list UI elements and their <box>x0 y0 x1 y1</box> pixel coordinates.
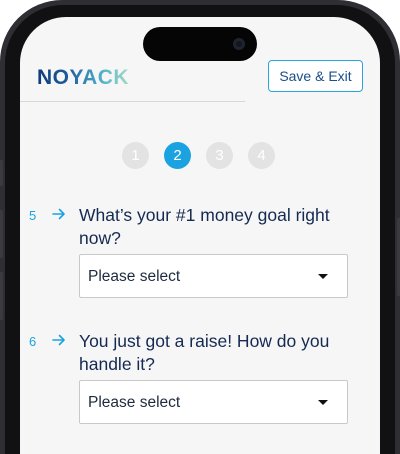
phone-frame: NOYACK Save & Exit 1 2 3 4 5 What’s your… <box>0 0 400 454</box>
question-text: You just got a raise! How do you handle … <box>79 331 330 374</box>
question-number: 6 <box>29 334 37 349</box>
camera-icon <box>233 38 245 50</box>
caret-down-icon <box>318 274 328 279</box>
arrow-right-icon <box>52 334 65 346</box>
arrow-right-icon <box>52 208 65 220</box>
volume-up-button <box>0 210 3 258</box>
step-2[interactable]: 2 <box>164 142 191 169</box>
money-goal-select[interactable]: Please select <box>79 254 348 298</box>
step-3[interactable]: 3 <box>206 142 233 169</box>
header-divider <box>20 101 245 102</box>
mute-switch <box>0 160 3 186</box>
save-exit-button[interactable]: Save & Exit <box>268 60 363 92</box>
raise-handling-select[interactable]: Please select <box>79 380 348 424</box>
question-text: What’s your #1 money goal right now? <box>79 205 330 248</box>
step-4[interactable]: 4 <box>248 142 275 169</box>
phone-screen: NOYACK Save & Exit 1 2 3 4 5 What’s your… <box>20 17 380 454</box>
select-value: Please select <box>88 268 181 285</box>
volume-down-button <box>0 272 3 320</box>
step-1[interactable]: 1 <box>122 142 149 169</box>
dynamic-island <box>143 27 257 61</box>
select-value: Please select <box>88 394 181 411</box>
question-number: 5 <box>29 208 37 223</box>
caret-down-icon <box>318 400 328 405</box>
step-indicator: 1 2 3 4 <box>122 142 275 169</box>
noyack-logo: NOYACK <box>37 66 130 89</box>
